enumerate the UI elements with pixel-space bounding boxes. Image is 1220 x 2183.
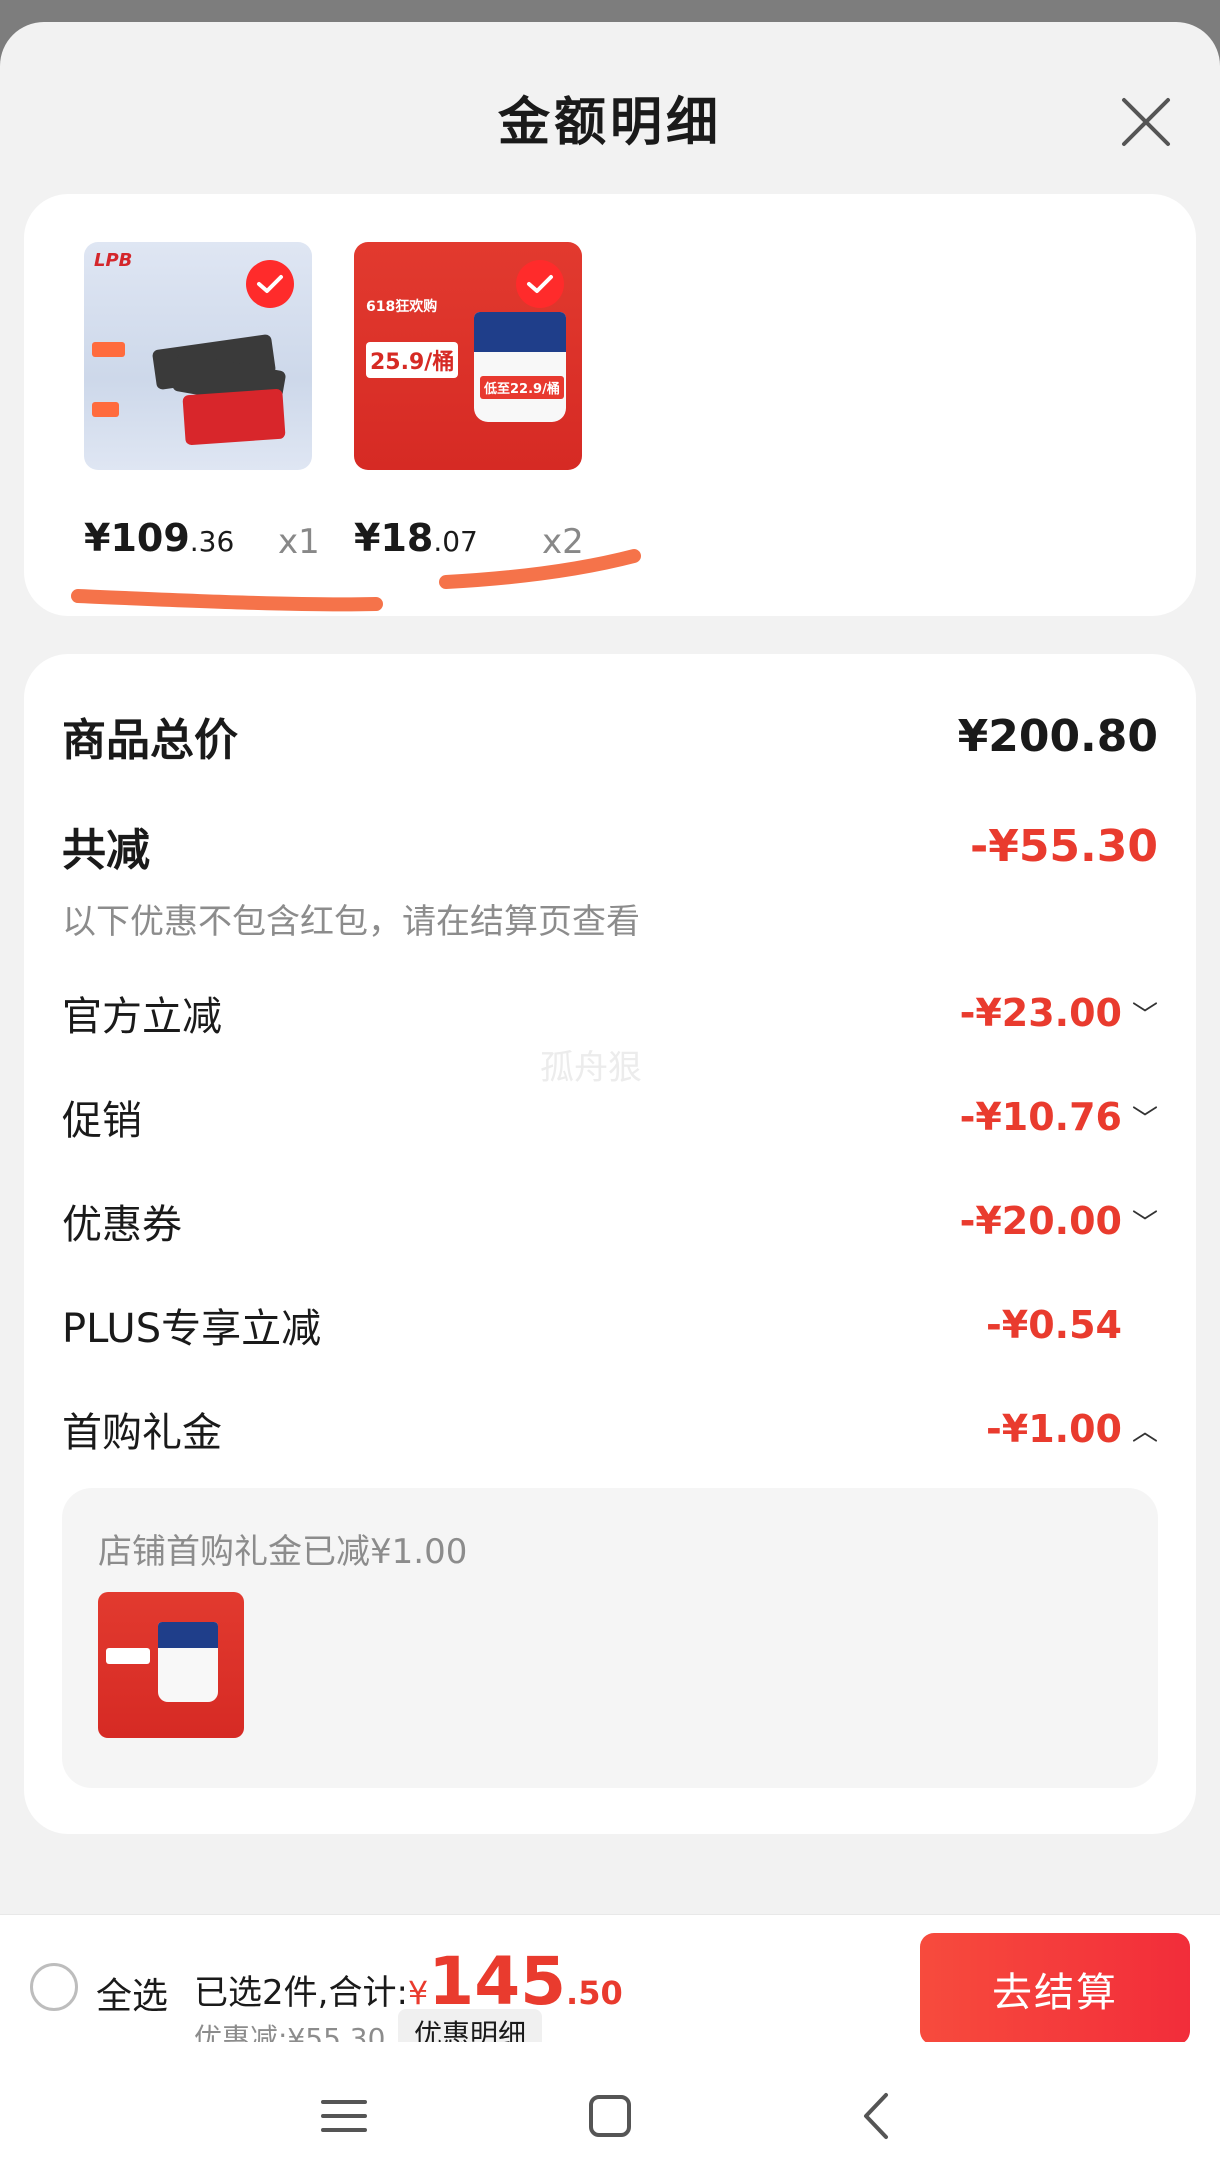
image-promo-text: 618狂欢购 bbox=[366, 299, 438, 315]
selected-text: 已选2件,合计: bbox=[194, 1973, 408, 2013]
system-nav-bar bbox=[0, 2042, 1220, 2183]
discount-label: 首购礼金 bbox=[62, 1410, 222, 1456]
discount-label: 优惠券 bbox=[62, 1202, 182, 1248]
price-detail-card: 商品总价 ¥200.80 共减 -¥55.30 以下优惠不包含红包，请在结算页查… bbox=[24, 654, 1196, 1834]
discount-label: 促销 bbox=[62, 1098, 142, 1144]
check-icon[interactable] bbox=[516, 260, 564, 308]
goods-total-label: 商品总价 bbox=[62, 715, 238, 766]
chevron-down-icon[interactable]: ﹀ bbox=[1132, 995, 1158, 1032]
product-image-brake-pads[interactable]: LPB bbox=[84, 242, 312, 470]
total-currency: ¥ bbox=[407, 1974, 429, 2012]
goods-total-row: 商品总价 ¥200.80 bbox=[62, 704, 1158, 768]
checkout-button[interactable]: 去结算 bbox=[920, 1933, 1190, 2045]
discount-label: PLUS专享立减 bbox=[62, 1306, 322, 1352]
discount-row-plus: PLUS专享立减 -¥0.54﹀ bbox=[62, 1296, 1158, 1354]
discount-note: 以下优惠不包含红包，请在结算页查看 bbox=[62, 902, 640, 942]
discount-value: -¥1.00 bbox=[986, 1407, 1122, 1451]
chevron-down-icon[interactable]: ﹀ bbox=[1132, 1203, 1158, 1240]
discount-value: -¥0.54 bbox=[986, 1303, 1122, 1347]
yogurt-tub-shape bbox=[474, 312, 566, 422]
close-icon[interactable] bbox=[1118, 94, 1174, 150]
home-square-icon[interactable] bbox=[580, 2086, 640, 2146]
chevron-down-icon[interactable]: ﹀ bbox=[1132, 1099, 1158, 1136]
order-total: 已选2件,合计: ¥ 145 .50 bbox=[194, 1949, 623, 2015]
discount-value: -¥20.00 bbox=[959, 1199, 1122, 1243]
product-image-yogurt[interactable]: 618狂欢购 25.9/桶 低至22.9/桶 bbox=[354, 242, 582, 470]
back-chevron-icon[interactable] bbox=[846, 2086, 906, 2146]
bottom-sheet: 金额明细 LPB 618狂欢购 25.9/桶 低至22.9/桶 ¥109.36 … bbox=[0, 22, 1220, 2183]
product-price: ¥18.07 bbox=[354, 516, 478, 560]
first-purchase-detail: 店铺首购礼金已减¥1.00 bbox=[62, 1488, 1158, 1788]
total-reduce-value: -¥55.30 bbox=[969, 820, 1158, 872]
total-decimal: .50 bbox=[566, 1974, 623, 2012]
discount-row-promotion[interactable]: 促销 -¥10.76 ﹀ bbox=[62, 1088, 1158, 1146]
sheet-title: 金额明细 bbox=[497, 93, 722, 153]
total-reduce-label: 共减 bbox=[62, 825, 150, 876]
brand-logo: LPB bbox=[94, 250, 133, 271]
chevron-up-icon[interactable]: ︿ bbox=[1132, 1411, 1158, 1448]
product-price: ¥109.36 bbox=[84, 516, 235, 560]
goods-total-value: ¥200.80 bbox=[957, 710, 1158, 762]
discount-row-coupon[interactable]: 优惠券 -¥20.00 ﹀ bbox=[62, 1192, 1158, 1250]
product-thumbnail-yogurt bbox=[98, 1592, 244, 1738]
image-label bbox=[92, 342, 126, 357]
discount-label: 官方立减 bbox=[62, 994, 222, 1040]
select-all-radio[interactable] bbox=[30, 1963, 78, 2011]
first-purchase-text: 店铺首购礼金已减¥1.00 bbox=[98, 1532, 468, 1572]
select-all-label[interactable]: 全选 bbox=[96, 1967, 168, 2019]
total-reduce-row: 共减 -¥55.30 bbox=[62, 814, 1158, 878]
watermark: 孤舟狠 bbox=[540, 1048, 642, 1088]
discount-value: -¥23.00 bbox=[959, 991, 1122, 1035]
menu-icon[interactable] bbox=[314, 2086, 374, 2146]
image-badge-text: 低至22.9/桶 bbox=[480, 376, 564, 399]
image-label bbox=[92, 402, 120, 417]
product-box-shape bbox=[182, 388, 286, 446]
product-quantity: x1 bbox=[278, 522, 320, 562]
product-card: LPB 618狂欢购 25.9/桶 低至22.9/桶 ¥109.36 x1 ¥1… bbox=[24, 194, 1196, 616]
discount-row-official[interactable]: 官方立减 -¥23.00 ﹀ bbox=[62, 984, 1158, 1042]
image-price-text: 25.9/桶 bbox=[366, 342, 459, 378]
discount-value: -¥10.76 bbox=[959, 1095, 1122, 1139]
product-quantity: x2 bbox=[542, 522, 584, 562]
total-integer: 145 bbox=[428, 1943, 567, 2020]
discount-row-first-purchase[interactable]: 首购礼金 -¥1.00 ︿ bbox=[62, 1400, 1158, 1458]
check-icon[interactable] bbox=[246, 260, 294, 308]
